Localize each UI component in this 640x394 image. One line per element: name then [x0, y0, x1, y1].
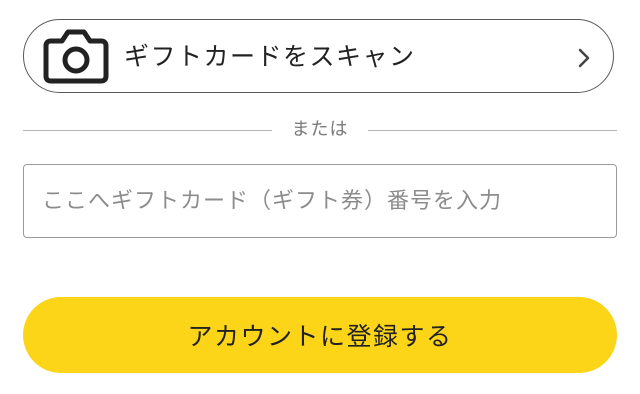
- divider-text: または: [291, 119, 349, 140]
- scan-button-label: ギフトカードをスキャン: [124, 42, 416, 71]
- divider-line-right: [368, 130, 617, 131]
- divider-line-left: [23, 130, 272, 131]
- register-to-account-button[interactable]: アカウントに登録する: [23, 297, 617, 373]
- camera-icon: [43, 29, 109, 84]
- or-divider: または: [23, 114, 617, 146]
- gift-card-number-input[interactable]: [23, 164, 617, 238]
- scan-gift-card-button[interactable]: ギフトカードをスキャン: [23, 19, 614, 93]
- chevron-right-icon: [578, 48, 590, 68]
